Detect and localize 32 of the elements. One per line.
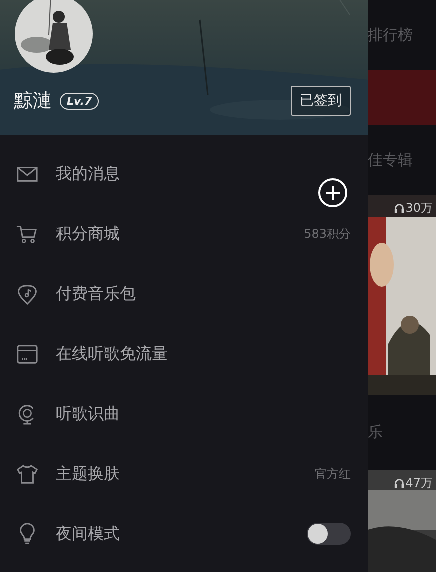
music-label: 乐 [368,423,383,442]
menu-value: 583积分 [304,226,351,242]
menu-item[interactable]: 听歌识曲 [0,384,368,444]
play-count: 47万 [394,475,433,492]
menu-item[interactable]: 付费音乐包 [0,264,368,324]
avatar[interactable] [15,0,93,73]
play-count: 30万 [394,200,433,217]
add-icon[interactable] [318,178,348,208]
menu-item[interactable]: 我的消息 [0,144,368,204]
menu-label: 在线听歌免流量 [56,344,168,364]
menu-item[interactable]: 积分商城 583积分 [0,204,368,264]
user-name: 黥漣 [14,89,52,114]
menu-value: 官方红 [315,466,351,482]
checkin-button[interactable]: 已签到 [291,86,351,116]
menu-label: 付费音乐包 [56,284,136,304]
menu-label: 夜间模式 [56,524,120,544]
menu-item[interactable]: 夜间模式 [0,504,368,564]
headphones-icon [394,478,405,489]
banner [368,70,436,125]
pick-icon [16,282,39,306]
album-label: 佳专辑 [368,150,413,170]
toggle-switch[interactable] [307,523,351,545]
ranking-label: 排行榜 [368,26,413,44]
menu-item[interactable]: 在线听歌免流量 [0,324,368,384]
menu-label: 主题换肤 [56,464,120,484]
level-badge: Lv.7 [60,92,100,110]
menu-label: 听歌识曲 [56,404,120,424]
menu-label: 积分商城 [56,224,120,244]
shirt-icon [16,462,39,486]
menu-label: 我的消息 [56,164,120,184]
headphones-icon [394,203,405,214]
menu-item[interactable]: 主题换肤 官方红 [0,444,368,504]
